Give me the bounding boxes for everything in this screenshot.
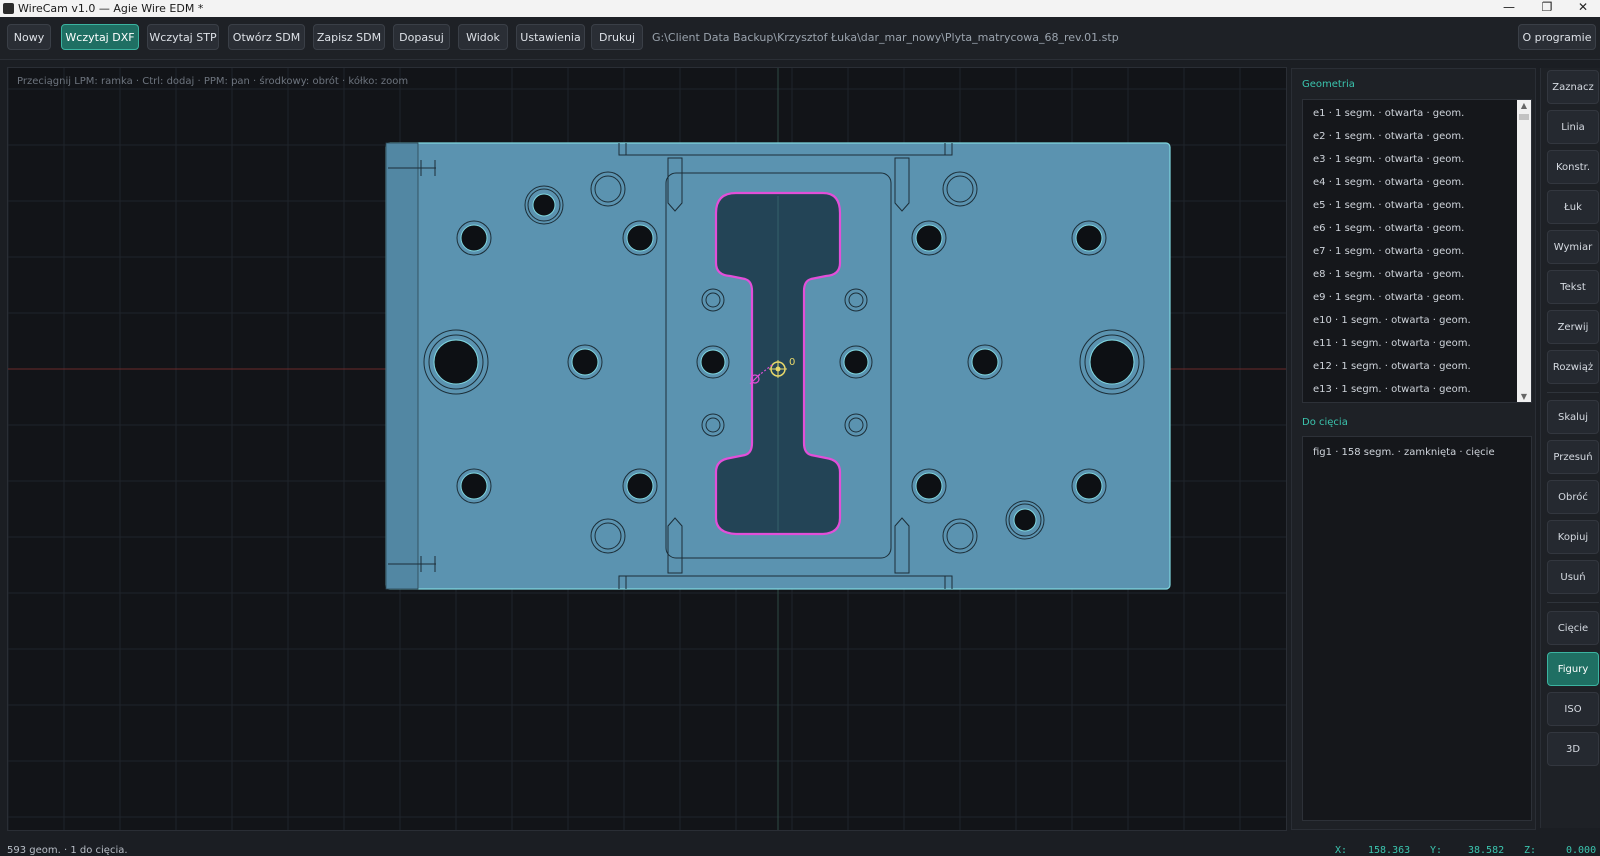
app-icon [3,3,14,14]
new-button[interactable]: Nowy [7,24,51,50]
fit-button[interactable]: Dopasuj [393,24,450,50]
dimension-tool-button[interactable]: Wymiar [1547,230,1599,264]
list-item[interactable]: e1 · 1 segm. · otwarta · geom. [1313,108,1464,119]
cad-viewport[interactable]: 0 Przeciągnij LPM: ramka · Ctrl: dodaj ·… [7,67,1287,831]
list-item[interactable]: e6 · 1 segm. · otwarta · geom. [1313,223,1464,234]
open-sdm-button[interactable]: Otwórz SDM [228,24,305,50]
z-coord-label: Z: [1524,845,1537,856]
3d-button[interactable]: 3D [1547,732,1599,766]
plate-left-strip [385,142,419,590]
hole [700,349,726,375]
z-coord-value: 0.000 [1566,845,1597,856]
side-panel: Geometria e1 · 1 segm. · otwarta · geom.… [1291,68,1536,830]
list-item[interactable]: e10 · 1 segm. · otwarta · geom. [1313,315,1471,326]
toolbox-divider [1547,392,1599,393]
iso-button[interactable]: ISO [1547,692,1599,726]
status-summary: 593 geom. · 1 do cięcia. [7,845,128,856]
print-button[interactable]: Drukuj [591,24,643,50]
cutting-button[interactable]: Cięcie [1547,611,1599,645]
move-tool-button[interactable]: Przesuń [1547,440,1599,474]
list-item[interactable]: e9 · 1 segm. · otwarta · geom. [1313,292,1464,303]
hole [1075,472,1103,500]
hole [843,349,869,375]
scroll-up-icon[interactable]: ▲ [1517,101,1531,110]
file-path: G:\Client Data Backup\Krzysztof Łuka\dar… [652,31,1119,44]
list-item[interactable]: fig1 · 158 segm. · zamknięta · cięcie [1313,447,1495,458]
main-toolbar: Nowy Wczytaj DXF Wczytaj STP Otwórz SDM … [0,17,1600,60]
hole [1089,339,1135,385]
text-tool-button[interactable]: Tekst [1547,270,1599,304]
close-icon[interactable]: ✕ [1566,0,1600,17]
break-tool-button[interactable]: Zerwij [1547,310,1599,344]
window-title: WireCam v1.0 — Agie Wire EDM * [18,2,204,15]
settings-button[interactable]: Ustawienia [516,24,585,50]
load-dxf-button[interactable]: Wczytaj DXF [61,24,139,50]
list-item[interactable]: e5 · 1 segm. · otwarta · geom. [1313,200,1464,211]
toolbox-divider [1547,602,1599,603]
view-button[interactable]: Widok [458,24,508,50]
hole [626,472,654,500]
x-coord-value: 158.363 [1368,845,1411,856]
hole [1013,508,1037,532]
cut-list[interactable]: fig1 · 158 segm. · zamknięta · cięcie [1302,436,1532,821]
hole [532,193,556,217]
hole [571,348,599,376]
list-item[interactable]: e12 · 1 segm. · otwarta · geom. [1313,361,1471,372]
list-item[interactable]: e7 · 1 segm. · otwarta · geom. [1313,246,1464,257]
hole [460,224,488,252]
arc-tool-button[interactable]: Łuk [1547,190,1599,224]
hole [433,339,479,385]
list-item[interactable]: e4 · 1 segm. · otwarta · geom. [1313,177,1464,188]
explode-tool-button[interactable]: Rozwiąż [1547,350,1599,384]
geometry-title: Geometria [1302,79,1355,90]
viewport-hint: Przeciągnij LPM: ramka · Ctrl: dodaj · P… [17,76,409,87]
about-button[interactable]: O programie [1518,24,1596,50]
list-item[interactable]: e2 · 1 segm. · otwarta · geom. [1313,131,1464,142]
list-item[interactable]: e3 · 1 segm. · otwarta · geom. [1313,154,1464,165]
cut-list-title: Do cięcia [1302,417,1348,428]
hole [915,224,943,252]
status-bar: 593 geom. · 1 do cięcia. X: 158.363 Y: 3… [0,840,1600,856]
y-coord-label: Y: [1430,845,1443,856]
scroll-down-icon[interactable]: ▼ [1517,392,1531,401]
load-stp-button[interactable]: Wczytaj STP [147,24,219,50]
delete-tool-button[interactable]: Usuń [1547,560,1599,594]
hole [460,472,488,500]
x-coord-label: X: [1335,845,1348,856]
scroll-thumb[interactable] [1519,114,1529,120]
list-item[interactable]: e11 · 1 segm. · otwarta · geom. [1313,338,1471,349]
line-tool-button[interactable]: Linia [1547,110,1599,144]
maximize-icon[interactable]: ❐ [1530,0,1564,17]
geometry-list[interactable]: e1 · 1 segm. · otwarta · geom. e2 · 1 se… [1302,99,1532,403]
hole [1075,224,1103,252]
list-item[interactable]: e8 · 1 segm. · otwarta · geom. [1313,269,1464,280]
construction-tool-button[interactable]: Konstr. [1547,150,1599,184]
save-sdm-button[interactable]: Zapisz SDM [313,24,385,50]
copy-tool-button[interactable]: Kopiuj [1547,520,1599,554]
origin-label: 0 [789,357,795,368]
tool-palette: Zaznacz Linia Konstr. Łuk Wymiar Tekst Z… [1540,68,1600,828]
geometry-scrollbar[interactable]: ▲ ▼ [1517,100,1531,402]
figures-button[interactable]: Figury [1547,652,1599,686]
y-coord-value: 38.582 [1468,845,1505,856]
hole [626,224,654,252]
cad-canvas[interactable]: 0 [8,68,1286,830]
rotate-tool-button[interactable]: Obróć [1547,480,1599,514]
title-bar: WireCam v1.0 — Agie Wire EDM * — ❐ ✕ [0,0,1600,17]
scale-tool-button[interactable]: Skaluj [1547,400,1599,434]
select-tool-button[interactable]: Zaznacz [1547,70,1599,104]
minimize-icon[interactable]: — [1492,0,1526,17]
hole [971,348,999,376]
list-item[interactable]: e13 · 1 segm. · otwarta · geom. [1313,384,1471,395]
hole [915,472,943,500]
